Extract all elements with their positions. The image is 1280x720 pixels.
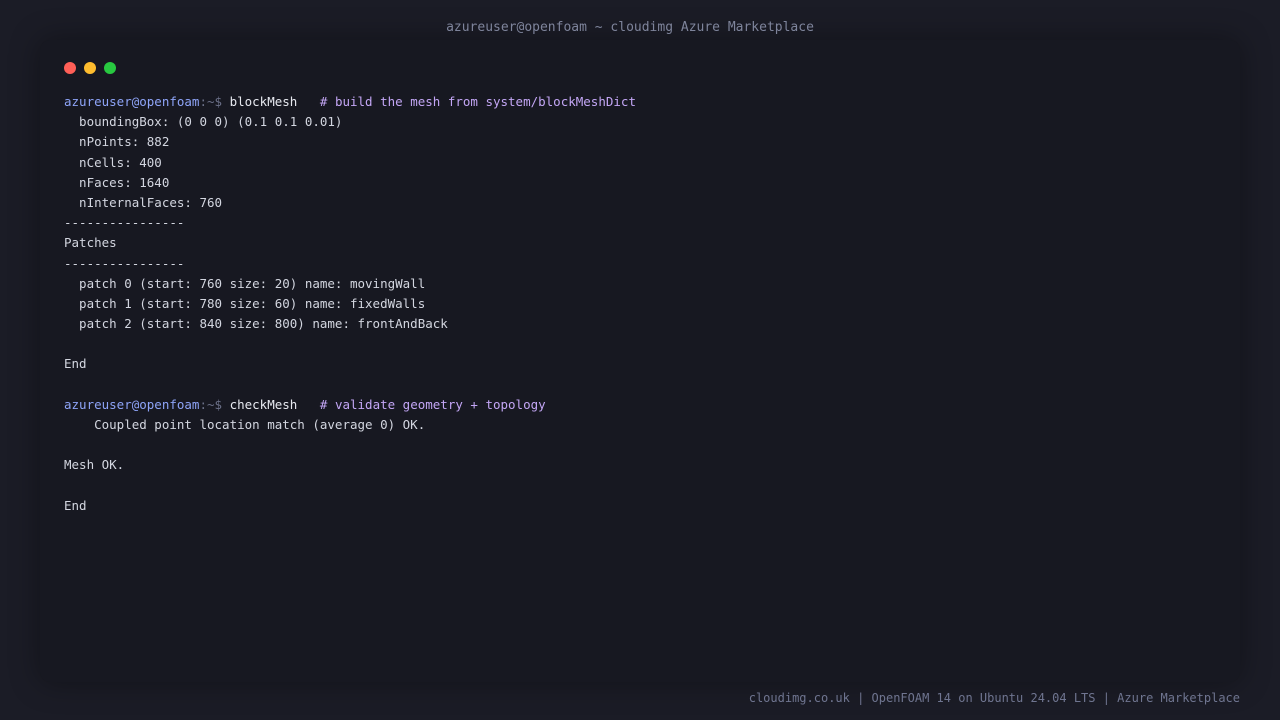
footer-caption: cloudimg.co.uk | OpenFOAM 14 on Ubuntu 2… xyxy=(748,691,1240,705)
prompt-path: :~$ xyxy=(199,396,230,412)
output-separator: ---------------- xyxy=(64,215,185,231)
minimize-window-button[interactable] xyxy=(84,62,96,74)
prompt-user: azureuser@openfoam xyxy=(64,94,200,109)
output-line: End xyxy=(64,356,87,372)
output-line: patch 0 (start: 760 size: 20) name: movi… xyxy=(64,275,426,291)
output-line: nInternalFaces: 760 xyxy=(64,194,223,210)
close-window-button[interactable] xyxy=(64,62,76,74)
terminal-window: azureuser@openfoam:~$ blockMesh # build … xyxy=(40,40,1240,682)
prompt-path: :~$ xyxy=(199,94,230,109)
output-line: nPoints: 882 xyxy=(64,134,170,150)
maximize-window-button[interactable] xyxy=(104,62,116,74)
prompt-user: azureuser@openfoam xyxy=(64,396,200,412)
output-line: nCells: 400 xyxy=(64,154,162,170)
terminal-command-line: azureuser@openfoam:~$ checkMesh # valida… xyxy=(64,395,1214,415)
command-comment: # validate geometry + topology xyxy=(297,396,546,412)
command-text: checkMesh xyxy=(229,396,298,412)
output-line: nFaces: 1640 xyxy=(64,174,170,190)
output-line: boundingBox: (0 0 0) (0.1 0.1 0.01) xyxy=(64,114,343,130)
output-line: End xyxy=(64,497,87,513)
output-line: patch 2 (start: 840 size: 800) name: fro… xyxy=(64,316,448,332)
output-line: Coupled point location match (average 0)… xyxy=(64,417,426,432)
terminal-command-line: azureuser@openfoam:~$ blockMesh # build … xyxy=(64,92,1214,112)
output-line: patch 1 (start: 780 size: 60) name: fixe… xyxy=(64,295,426,311)
command-comment: # build the mesh from system/blockMeshDi… xyxy=(297,94,636,109)
window-title: azureuser@openfoam ~ cloudimg Azure Mark… xyxy=(446,20,814,35)
title-bar xyxy=(40,40,1240,96)
output-line: Mesh OK. xyxy=(64,457,125,473)
output-line: Patches xyxy=(64,235,117,251)
command-text: blockMesh xyxy=(229,94,298,109)
output-separator: ---------------- xyxy=(64,255,185,271)
terminal-output[interactable]: azureuser@openfoam:~$ blockMesh # build … xyxy=(64,92,1214,516)
